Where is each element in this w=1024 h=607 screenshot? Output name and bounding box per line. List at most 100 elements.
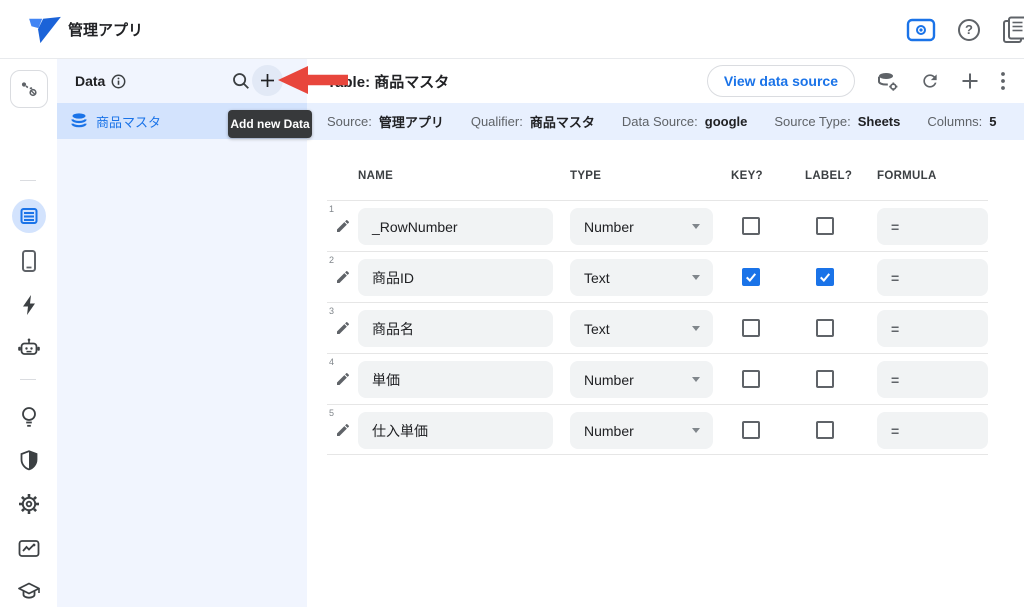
- edit-column-icon[interactable]: [335, 320, 351, 336]
- table-info-bar: Source: 管理アプリ Qualifier: 商品マスタ Data Sour…: [307, 103, 1024, 140]
- info-value: 管理アプリ: [379, 112, 444, 131]
- lightning-bolt-icon: [19, 293, 39, 317]
- data-source-settings-icon[interactable]: [876, 71, 899, 92]
- app-title: 管理アプリ: [68, 0, 143, 59]
- rail-item-actions[interactable]: [0, 293, 57, 317]
- checkmark-icon: [818, 270, 832, 284]
- data-panel-title: Data: [75, 59, 126, 103]
- dropdown-caret-icon: [692, 377, 700, 382]
- header-formula: FORMULA: [877, 170, 937, 182]
- app-preview-icon[interactable]: [906, 18, 936, 42]
- rail-item-settings[interactable]: [0, 493, 57, 515]
- header-label: LABEL?: [805, 170, 852, 182]
- columns-table-rows: 1 _RowNumber Number = 2 商品ID Text: [327, 200, 988, 455]
- column-type-select[interactable]: Text: [570, 310, 713, 347]
- row-number: 3: [329, 306, 334, 316]
- row-number: 2: [329, 255, 334, 265]
- formula-input[interactable]: =: [877, 310, 988, 347]
- table-row: 1 _RowNumber Number =: [327, 200, 988, 251]
- add-new-data-tooltip: Add new Data: [228, 110, 312, 138]
- table-row: 3 商品名 Text =: [327, 302, 988, 353]
- appsheet-editor-window: 管理アプリ ?: [0, 0, 1024, 607]
- column-type-value: Text: [584, 270, 610, 286]
- rail-item-app-overview[interactable]: [0, 70, 57, 108]
- edit-column-icon[interactable]: [335, 422, 351, 438]
- robot-icon: [17, 336, 41, 360]
- label-checkbox[interactable]: [816, 370, 834, 388]
- formula-input[interactable]: =: [877, 361, 988, 398]
- row-number: 4: [329, 357, 334, 367]
- rail-item-data[interactable]: [0, 199, 57, 233]
- rail-item-automation[interactable]: [0, 336, 57, 360]
- column-type-value: Text: [584, 321, 610, 337]
- add-column-icon[interactable]: [961, 72, 979, 90]
- table-row: 2 商品ID Text =: [327, 251, 988, 302]
- row-number: 5: [329, 408, 334, 418]
- key-checkbox[interactable]: [742, 268, 760, 286]
- info-value: 商品マスタ: [530, 112, 595, 131]
- key-checkbox[interactable]: [742, 319, 760, 337]
- search-icon[interactable]: [231, 71, 251, 91]
- column-type-value: Number: [584, 372, 634, 388]
- info-icon[interactable]: [111, 74, 126, 89]
- rail-item-intelligence[interactable]: [0, 405, 57, 429]
- key-checkbox[interactable]: [742, 370, 760, 388]
- topbar-actions: ?: [906, 0, 1024, 59]
- edit-column-icon[interactable]: [335, 371, 351, 387]
- rail-divider: [20, 180, 36, 181]
- table-row: 5 仕入単価 Number =: [327, 404, 988, 455]
- rail-item-views[interactable]: [0, 249, 57, 273]
- label-checkbox[interactable]: [816, 217, 834, 235]
- rail-item-security[interactable]: [0, 449, 57, 473]
- formula-input[interactable]: =: [877, 259, 988, 296]
- edit-column-icon[interactable]: [335, 269, 351, 285]
- rail-item-manage[interactable]: [0, 537, 57, 560]
- table-row: 4 単価 Number =: [327, 353, 988, 404]
- help-icon[interactable]: ?: [958, 19, 980, 41]
- app-overview-button[interactable]: [10, 70, 48, 108]
- key-checkbox[interactable]: [742, 421, 760, 439]
- info-label: Source Type:: [774, 114, 850, 129]
- shield-icon: [18, 449, 40, 473]
- table-list-item-label: 商品マスタ: [96, 112, 161, 131]
- info-pair: Qualifier: 商品マスタ: [471, 112, 595, 131]
- column-name-input[interactable]: 商品ID: [358, 259, 553, 296]
- more-options-icon[interactable]: [1000, 71, 1006, 91]
- edit-column-icon[interactable]: [335, 218, 351, 234]
- column-name-input[interactable]: 商品名: [358, 310, 553, 347]
- info-label: Data Source:: [622, 114, 698, 129]
- column-name-input[interactable]: _RowNumber: [358, 208, 553, 245]
- header-key: KEY?: [731, 170, 763, 182]
- clipboard-copy-icon[interactable]: [1002, 16, 1024, 44]
- formula-input[interactable]: =: [877, 412, 988, 449]
- header-name: NAME: [358, 170, 393, 182]
- label-checkbox[interactable]: [816, 319, 834, 337]
- rail-item-learn[interactable]: [0, 580, 57, 602]
- view-data-source-button[interactable]: View data source: [707, 65, 855, 97]
- column-name-input[interactable]: 単価: [358, 361, 553, 398]
- table-header-actions: View data source: [707, 59, 1006, 103]
- data-nav-selected-indicator: [12, 199, 46, 233]
- info-pair: Data Source: google: [622, 114, 747, 129]
- appsheet-logo-icon: [28, 16, 62, 44]
- column-type-select[interactable]: Number: [570, 208, 713, 245]
- label-checkbox[interactable]: [816, 421, 834, 439]
- lightbulb-icon: [18, 405, 40, 429]
- info-label: Columns:: [927, 114, 982, 129]
- label-checkbox[interactable]: [816, 268, 834, 286]
- column-type-select[interactable]: Text: [570, 259, 713, 296]
- columns-table: NAME TYPE KEY? LABEL? FORMULA 1 _RowNumb…: [327, 140, 988, 455]
- refresh-icon[interactable]: [920, 71, 940, 91]
- column-name-input[interactable]: 仕入単価: [358, 412, 553, 449]
- column-type-select[interactable]: Number: [570, 412, 713, 449]
- info-pair: Source Type: Sheets: [774, 114, 900, 129]
- info-value: 5: [989, 114, 996, 129]
- column-type-select[interactable]: Number: [570, 361, 713, 398]
- info-label: Source:: [327, 114, 372, 129]
- key-checkbox[interactable]: [742, 217, 760, 235]
- formula-input[interactable]: =: [877, 208, 988, 245]
- info-pair: Source: 管理アプリ: [327, 112, 444, 131]
- annotation-arrow-icon: [278, 66, 348, 94]
- rail-divider: [20, 379, 36, 380]
- phone-icon: [18, 249, 40, 273]
